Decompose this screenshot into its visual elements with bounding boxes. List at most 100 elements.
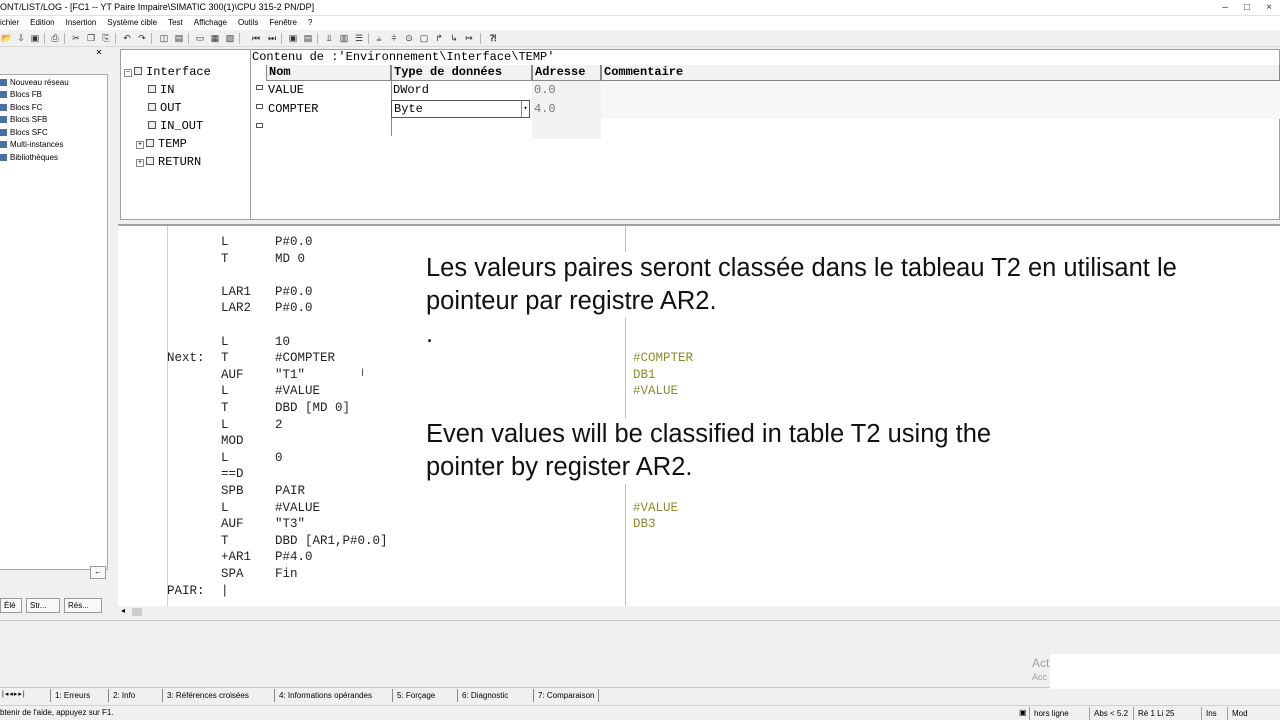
code-line[interactable] (118, 317, 618, 334)
code-line[interactable]: T DBD [MD 0] (118, 400, 618, 417)
tab-scroll-icon[interactable]: |◂◂▸▸| (2, 690, 26, 698)
print-icon[interactable]: ⎙ (49, 32, 61, 44)
details-icon[interactable]: ▤ (302, 32, 314, 44)
branch-open-icon[interactable]: ↱ (433, 32, 445, 44)
tab-diagnostic[interactable]: 6: Diagnostic (457, 689, 508, 702)
context-help-icon[interactable]: ⁈ (487, 32, 499, 44)
code-line[interactable]: L 10 (118, 334, 618, 351)
row-value-type[interactable]: DWord (391, 81, 532, 99)
branch-icon[interactable]: ↦ (463, 32, 475, 44)
expand-icon[interactable]: + (136, 141, 144, 149)
minimize-button[interactable]: – (1214, 0, 1236, 16)
column-header-nom[interactable]: Nom (266, 65, 391, 81)
tree-item-nouveau-reseau[interactable]: Nouveau réseau (0, 77, 69, 89)
menu-insertion[interactable]: Insertion (66, 16, 97, 30)
overview-icon[interactable]: ▣ (287, 32, 299, 44)
menu-systeme-cible[interactable]: Système cible (107, 16, 157, 30)
scroll-left-arrow-icon[interactable]: ◂ (121, 606, 125, 615)
stl-code-editor[interactable]: L P#0.0 T MD 0 LAR1 P#0.0 LAR2 P#0.0 L 10 Next: T #C… (118, 224, 1280, 606)
coil-icon[interactable]: ⊙ (403, 32, 415, 44)
code-operand: 0 (275, 450, 283, 465)
tab-forcage[interactable]: 5: Forçage (392, 689, 435, 702)
menu-fichier[interactable]: ichier (0, 16, 19, 30)
close-button[interactable]: × (1258, 0, 1280, 16)
expand-icon[interactable]: + (136, 159, 144, 167)
dropdown-arrow-icon[interactable]: ▾ (521, 101, 529, 117)
module-icon[interactable]: ▭ (194, 32, 206, 44)
tree-item-blocs-fc[interactable]: Blocs FC (0, 102, 42, 114)
column-header-adresse[interactable]: Adresse (532, 65, 601, 81)
code-line[interactable]: +AR1 P#4.0 (118, 549, 618, 566)
copy-icon[interactable]: ❐ (85, 32, 97, 44)
fbd-icon[interactable]: ▥ (338, 32, 350, 44)
code-line[interactable]: L #VALUE (118, 500, 618, 517)
row-compter-name[interactable]: COMPTER (266, 100, 391, 118)
open-icon[interactable]: 📂 (1, 32, 13, 44)
paste-icon[interactable]: ⎘ (100, 32, 112, 44)
folder-icon (0, 129, 7, 136)
save-icon[interactable]: ▣ (29, 32, 41, 44)
interface-node-in-out[interactable]: IN_OUT (148, 118, 203, 134)
menu-help[interactable]: ? (308, 16, 312, 30)
code-line[interactable]: Next: T #COMPTER (118, 350, 618, 367)
code-line[interactable]: SPA Fin (118, 566, 618, 583)
row-value-name[interactable]: VALUE (266, 81, 391, 99)
menu-fenetre[interactable]: Fenêtre (269, 16, 297, 30)
redo-icon[interactable]: ↷ (136, 32, 148, 44)
code-line[interactable]: PAIR: | (118, 583, 618, 600)
horizontal-scrollbar[interactable]: ◂ (118, 606, 1280, 618)
interface-node-out[interactable]: OUT (148, 100, 182, 116)
code-label: PAIR: (167, 583, 205, 598)
row-compter-type-select[interactable]: Byte ▾ (391, 100, 530, 118)
tree-item-blocs-fb[interactable]: Blocs FB (0, 89, 42, 101)
tab-structure[interactable]: Str... (26, 598, 60, 613)
compare-icon[interactable]: ▧ (224, 32, 236, 44)
tab-elements[interactable]: Élé (0, 598, 22, 613)
menu-test[interactable]: Test (168, 16, 183, 30)
collapse-icon[interactable]: − (124, 69, 132, 77)
tab-references-croisees[interactable]: 3: Références croisées (162, 689, 249, 702)
tab-informations-operandes[interactable]: 4: Informations opérandes (274, 689, 372, 702)
tree-item-multi-instances[interactable]: Multi-instances (0, 139, 63, 151)
maximize-button[interactable]: □ (1236, 0, 1258, 16)
code-line[interactable]: AUF "T1" (118, 367, 618, 384)
network-icon[interactable]: ▤ (173, 32, 185, 44)
tree-item-blocs-sfb[interactable]: Blocs SFB (0, 114, 47, 126)
tab-info[interactable]: 2: Info (108, 689, 135, 702)
menu-edition[interactable]: Edition (30, 16, 54, 30)
tab-comparaison[interactable]: 7: Comparaison (533, 689, 600, 702)
cut-icon[interactable]: ✂ (70, 32, 82, 44)
interface-root[interactable]: − Interface (124, 64, 211, 80)
last-network-icon[interactable]: ⏭ (266, 32, 278, 44)
box-icon[interactable]: ▢ (418, 32, 430, 44)
interface-node-temp[interactable]: + TEMP (136, 136, 187, 152)
contact-no-icon[interactable]: ⫨ (373, 32, 385, 44)
online-icon[interactable]: ▦ (209, 32, 221, 44)
code-line[interactable]: SPB PAIR (118, 483, 618, 500)
contact-nc-icon[interactable]: ⫩ (388, 32, 400, 44)
panel-close-icon[interactable]: ✕ (92, 48, 106, 58)
interface-node-return[interactable]: + RETURN (136, 154, 201, 170)
code-line[interactable]: T DBD [AR1,P#0.0] (118, 533, 618, 550)
code-line[interactable]: AUF "T3" (118, 516, 618, 533)
first-network-icon[interactable]: ⏮ (250, 32, 262, 44)
code-line[interactable]: L #VALUE (118, 383, 618, 400)
column-header-commentaire[interactable]: Commentaire (601, 65, 1280, 81)
code-line[interactable]: L P#0.0 (118, 234, 618, 251)
scroll-thumb[interactable] (132, 608, 142, 616)
download-icon[interactable]: ⇩ (15, 32, 27, 44)
menu-affichage[interactable]: Affichage (194, 16, 227, 30)
interface-node-in[interactable]: IN (148, 82, 174, 98)
column-header-type[interactable]: Type de données (391, 65, 532, 81)
monitor-icon[interactable]: ◫ (158, 32, 170, 44)
scroll-left-icon[interactable]: ← (90, 566, 106, 579)
branch-close-icon[interactable]: ↳ (448, 32, 460, 44)
tab-erreurs[interactable]: 1: Erreurs (50, 689, 90, 702)
tree-item-bibliotheques[interactable]: Bibliothèques (0, 152, 58, 164)
undo-icon[interactable]: ↶ (121, 32, 133, 44)
lad-icon[interactable]: ⫫ (323, 32, 335, 44)
stl-icon[interactable]: ☰ (353, 32, 365, 44)
menu-outils[interactable]: Outils (238, 16, 258, 30)
tree-item-blocs-sfc[interactable]: Blocs SFC (0, 127, 48, 139)
tab-resources[interactable]: Rés... (64, 598, 102, 613)
